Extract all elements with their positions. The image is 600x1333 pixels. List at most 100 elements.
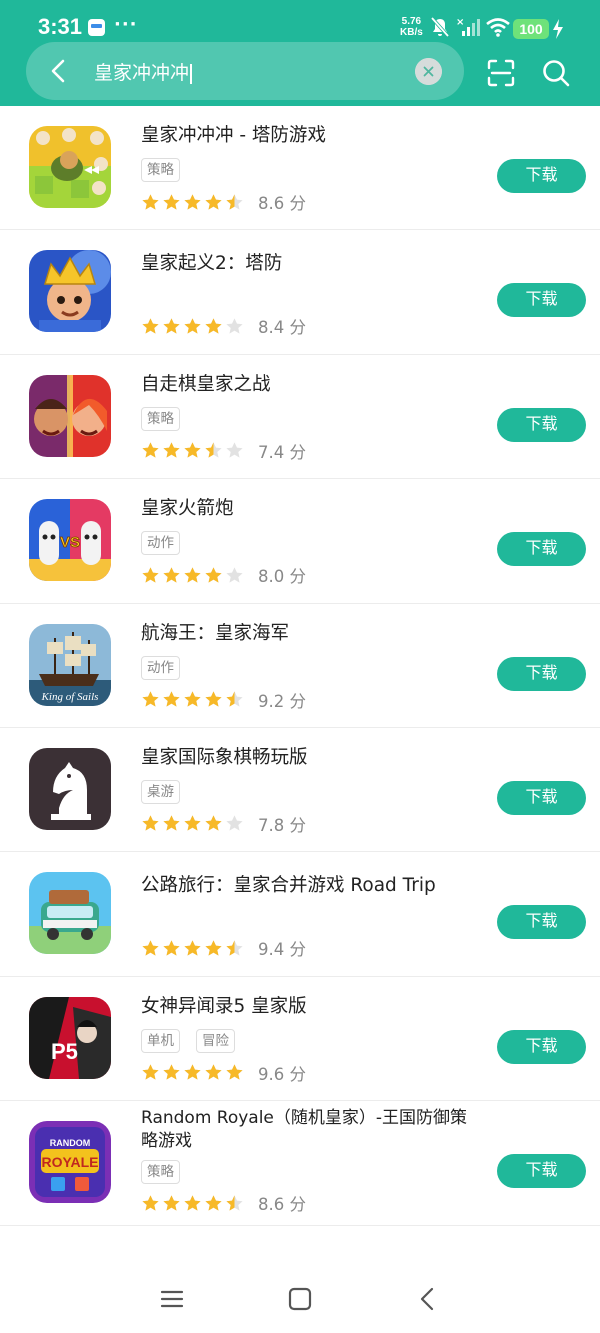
battery-indicator: 100 — [513, 19, 549, 39]
text-caret — [190, 63, 192, 84]
search-results-list: 皇家冲冲冲 - 塔防游戏 策略 8.6 分 下载 皇家起义2：塔防 8.4 分 … — [0, 106, 600, 1226]
wifi-icon — [486, 18, 510, 37]
network-speed-unit: KB/s — [400, 27, 423, 38]
back-icon[interactable] — [413, 1284, 443, 1314]
download-button[interactable]: 下载 — [497, 656, 586, 691]
system-nav-bar — [0, 1262, 600, 1333]
more-notifications-icon: ··· — [114, 14, 138, 35]
star-full-icon — [142, 1195, 159, 1211]
star-rating — [141, 690, 244, 709]
download-button[interactable]: 下载 — [497, 780, 586, 815]
app-rating: 8.6 分 — [141, 190, 306, 214]
app-list-item[interactable]: RANDOM ROYALE Random Royale（随机皇家）-王国防御策略… — [0, 1101, 600, 1226]
status-time: 3:31 — [38, 14, 83, 39]
home-icon[interactable] — [285, 1284, 315, 1314]
p5-label: P5 — [51, 1039, 78, 1064]
network-speed: 5.76 KB/s — [400, 16, 423, 38]
app-list-item[interactable]: VS 皇家火箭炮 动作 8.0 分 下载 — [0, 479, 600, 604]
download-button[interactable]: 下载 — [497, 905, 586, 940]
svg-text:×: × — [456, 17, 464, 28]
status-bar: 3:31 ··· 5.76 KB/s × 100 — [0, 0, 600, 42]
star-full-icon — [184, 1195, 201, 1211]
star-full-icon — [184, 318, 201, 334]
search-bar[interactable] — [26, 42, 464, 100]
app-score: 9.2 分 — [258, 691, 306, 711]
app-score: 8.6 分 — [258, 194, 306, 213]
app-rating: 8.6 分 — [141, 1191, 306, 1215]
star-rating — [141, 317, 244, 336]
app-tag: 单机 — [141, 1028, 180, 1053]
star-full-icon — [142, 940, 159, 956]
star-empty-icon — [226, 567, 243, 583]
app-name: 公路旅行：皇家合并游戏 Road Trip — [141, 875, 436, 897]
clear-search-icon[interactable] — [415, 58, 442, 85]
app-rating: 9.2 分 — [141, 688, 306, 712]
app-rating: 9.6 分 — [141, 1061, 306, 1085]
download-button[interactable]: 下载 — [497, 407, 586, 442]
king-of-sails-label: King of Sails — [41, 691, 99, 703]
star-full-icon — [184, 193, 201, 210]
back-arrow-icon[interactable] — [44, 56, 74, 86]
star-full-icon — [163, 691, 180, 707]
app-tag: 动作 — [141, 531, 180, 556]
app-name: 皇家国际象棋畅玩版 — [141, 746, 308, 768]
header: 3:31 ··· 5.76 KB/s × 100 皇家冲冲冲 — [0, 0, 600, 106]
pirate-ship-icon: King of Sails — [29, 623, 111, 706]
random-royale-icon: RANDOM ROYALE — [29, 1121, 111, 1204]
star-rating — [141, 1194, 244, 1213]
star-full-icon — [184, 691, 201, 707]
app-list-item[interactable]: P5 女神异闻录5 皇家版 单机 冒险 9.6 分 下载 — [0, 977, 600, 1102]
star-full-icon — [142, 193, 159, 210]
app-list-item[interactable]: King of Sails 航海王：皇家海军 动作 9.2 分 下载 — [0, 604, 600, 728]
star-half-icon — [226, 691, 243, 707]
star-full-icon — [205, 1195, 222, 1211]
app-list-item[interactable]: 皇家冲冲冲 - 塔防游戏 策略 8.6 分 下载 — [0, 106, 600, 231]
star-full-icon — [205, 815, 222, 832]
app-tag: 动作 — [141, 655, 180, 680]
star-half-icon — [205, 442, 222, 458]
download-button[interactable]: 下载 — [497, 532, 586, 567]
app-name: 皇家起义2：塔防 — [141, 253, 283, 275]
two-heroes-icon — [29, 374, 111, 457]
star-full-icon — [205, 691, 222, 707]
search-icon[interactable] — [541, 58, 571, 88]
random-label: RANDOM — [50, 1138, 91, 1148]
tower-defense-icon — [29, 126, 111, 208]
app-score: 8.4 分 — [258, 318, 306, 338]
vs-battle-icon: VS — [29, 499, 111, 582]
app-rating: 8.4 分 — [141, 314, 306, 338]
app-list-item[interactable]: 皇家国际象棋畅玩版 桌游 7.8 分 下载 — [0, 728, 600, 853]
app-tags: 策略 — [141, 1160, 180, 1185]
star-full-icon — [163, 193, 180, 210]
persona5-icon: P5 — [29, 996, 111, 1079]
app-tags: 桌游 — [141, 779, 180, 804]
star-rating — [141, 566, 244, 585]
app-list-item[interactable]: 公路旅行：皇家合并游戏 Road Trip 9.4 分 下载 — [0, 852, 600, 977]
app-list-item[interactable]: 自走棋皇家之战 策略 7.4 分 下载 — [0, 355, 600, 480]
star-rating — [141, 441, 244, 460]
menu-icon[interactable] — [157, 1284, 187, 1314]
network-speed-value: 5.76 — [401, 16, 422, 27]
search-input[interactable]: 皇家冲冲冲 — [94, 58, 192, 85]
app-score: 8.0 分 — [258, 567, 306, 587]
star-full-icon — [205, 318, 222, 334]
star-full-icon — [226, 1064, 243, 1080]
royale-label: ROYALE — [41, 1154, 98, 1170]
app-tag: 冒险 — [196, 1028, 235, 1053]
star-rating — [141, 1063, 244, 1082]
app-list-item[interactable]: 皇家起义2：塔防 8.4 分 下载 — [0, 230, 600, 355]
app-name: Random Royale（随机皇家）-王国防御策略游戏 — [141, 1108, 468, 1152]
star-full-icon — [184, 940, 201, 956]
download-button[interactable]: 下载 — [497, 159, 586, 193]
download-button[interactable]: 下载 — [497, 1154, 586, 1189]
star-full-icon — [163, 940, 180, 956]
signal-icon: × — [456, 17, 480, 36]
star-half-icon — [226, 1195, 243, 1211]
road-trip-van-icon — [29, 872, 111, 955]
mute-icon — [430, 16, 450, 38]
app-name: 航海王：皇家海军 — [141, 622, 290, 644]
download-button[interactable]: 下载 — [497, 283, 586, 318]
charging-icon — [553, 19, 563, 39]
scan-icon[interactable] — [486, 58, 516, 88]
download-button[interactable]: 下载 — [497, 1029, 586, 1064]
